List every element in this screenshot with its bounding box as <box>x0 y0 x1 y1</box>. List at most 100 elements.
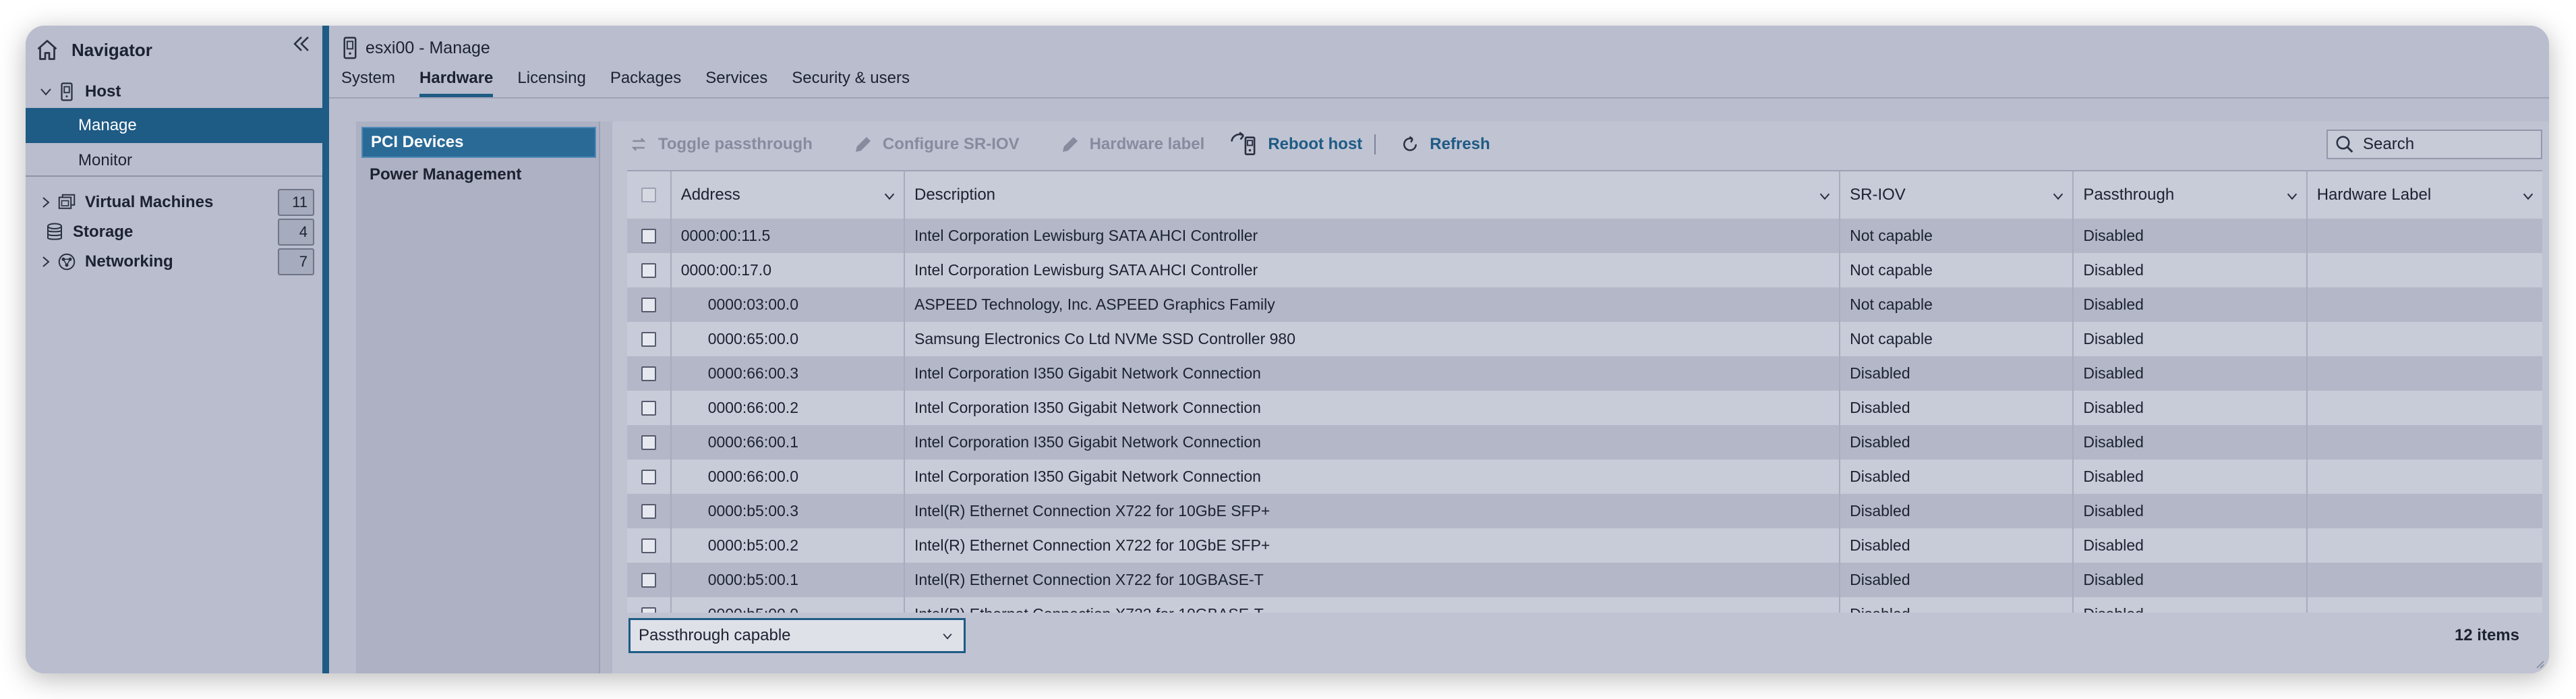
row-checkbox[interactable] <box>641 297 656 312</box>
collapse-navigator-icon[interactable] <box>290 32 313 55</box>
description-text: Intel(R) Ethernet Connection X722 for 10… <box>914 605 1264 613</box>
tab-hardware[interactable]: Hardware <box>419 62 494 97</box>
description-cell: Intel Corporation I350 Gigabit Network C… <box>905 391 1841 425</box>
row-select-cell <box>627 597 672 613</box>
address-cell: 0000:65:00.0 <box>672 322 905 356</box>
esxi-host-client-window: Navigator Host Manage Monitor Virtual Ma… <box>26 26 2549 673</box>
tab-packages[interactable]: Packages <box>610 62 681 96</box>
row-checkbox[interactable] <box>641 538 656 553</box>
pencil-icon <box>1062 136 1078 152</box>
filter-dropdown[interactable]: Passthrough capable <box>628 618 966 653</box>
resize-grip-icon[interactable] <box>2531 656 2545 669</box>
networking-icon <box>58 253 76 271</box>
hardware-panel: PCI Devices Power Management Toggle pass… <box>356 121 2549 673</box>
passthrough-cell: Disabled <box>2074 459 2308 494</box>
chevron-down-icon[interactable] <box>2285 189 2300 204</box>
table-row[interactable]: 0000:b5:00.1 Intel(R) Ethernet Connection… <box>627 563 2542 597</box>
description-text: Intel(R) Ethernet Connection X722 for 10… <box>914 536 1270 554</box>
table-row[interactable]: 0000:00:17.0 Intel Corporation Lewisburg … <box>627 253 2542 287</box>
hardware-label-cell <box>2308 528 2542 563</box>
chevron-down-icon[interactable] <box>38 84 54 100</box>
chevron-down-icon[interactable] <box>2051 189 2066 204</box>
nav-item-monitor[interactable]: Monitor <box>26 143 322 178</box>
select-all-checkbox[interactable] <box>641 188 656 202</box>
navigator-panel: Navigator Host Manage Monitor Virtual Ma… <box>26 26 322 673</box>
table-row[interactable]: 0000:00:11.5 Intel Corporation Lewisburg … <box>627 219 2542 253</box>
table-row[interactable]: 0000:66:00.0 Intel Corporation I350 Gigab… <box>627 459 2542 494</box>
hardware-label-button[interactable]: Hardware label <box>1060 134 1204 155</box>
vm-icon <box>58 194 76 209</box>
description-text: Intel Corporation Lewisburg SATA AHCI Co… <box>914 261 1258 279</box>
column-header-sriov[interactable]: SR-IOV <box>1840 171 2074 219</box>
sriov-cell: Disabled <box>1840 597 2074 613</box>
table-row[interactable]: 0000:66:00.2 Intel Corporation I350 Gigab… <box>627 391 2542 425</box>
sriov-cell: Disabled <box>1840 528 2074 563</box>
toggle-passthrough-button[interactable]: Toggle passthrough <box>628 134 813 155</box>
row-select-cell <box>627 391 672 425</box>
row-checkbox[interactable] <box>641 469 656 484</box>
address-cell: 0000:b5:00.2 <box>672 528 905 563</box>
column-header-address[interactable]: Address <box>672 171 905 219</box>
row-checkbox[interactable] <box>641 400 656 416</box>
tab-security-users[interactable]: Security & users <box>792 62 910 96</box>
hardware-label-cell <box>2308 494 2542 528</box>
chevron-down-icon[interactable] <box>2521 189 2536 204</box>
sriov-text: Disabled <box>1850 536 1910 554</box>
row-checkbox[interactable] <box>641 503 656 519</box>
table-row[interactable]: 0000:b5:00.3 Intel(R) Ethernet Connection… <box>627 494 2542 528</box>
passthrough-text: Disabled <box>2083 468 2144 485</box>
address-text: 0000:00:11.5 <box>680 227 771 244</box>
row-checkbox[interactable] <box>641 435 656 450</box>
column-header-passthrough[interactable]: Passthrough <box>2074 171 2308 219</box>
search-input[interactable] <box>2362 134 2526 155</box>
sriov-text: Disabled <box>1850 605 1910 613</box>
nav-divider <box>26 175 322 177</box>
page-title: esxi00 - Manage <box>365 38 490 57</box>
row-checkbox[interactable] <box>641 572 656 588</box>
table-row[interactable]: 0000:66:00.3 Intel Corporation I350 Gigab… <box>627 356 2542 391</box>
row-checkbox[interactable] <box>641 607 656 613</box>
passthrough-text: Disabled <box>2083 227 2144 244</box>
refresh-button[interactable]: Refresh <box>1400 134 1490 155</box>
chevron-right-icon[interactable] <box>38 194 54 211</box>
nav-item-manage[interactable]: Manage <box>26 108 322 143</box>
navigator-splitter[interactable] <box>322 26 329 673</box>
description-cell: Intel Corporation I350 Gigabit Network C… <box>905 425 1841 459</box>
table-row[interactable]: 0000:b5:00.2 Intel(R) Ethernet Connection… <box>627 528 2542 563</box>
tab-system[interactable]: System <box>341 62 395 96</box>
chevron-right-icon[interactable] <box>38 254 54 270</box>
pencil-icon <box>855 136 871 152</box>
tab-services[interactable]: Services <box>705 62 767 96</box>
row-checkbox[interactable] <box>641 331 656 347</box>
nav-item-host[interactable]: Host <box>26 74 322 109</box>
nav-monitor-label: Monitor <box>78 151 133 169</box>
sriov-cell: Disabled <box>1840 494 2074 528</box>
chevron-down-icon[interactable] <box>882 189 897 204</box>
passthrough-cell: Disabled <box>2074 563 2308 597</box>
column-header-description[interactable]: Description <box>905 171 1841 219</box>
toolbar-separator <box>1374 134 1376 155</box>
tab-licensing[interactable]: Licensing <box>517 62 585 96</box>
table-row[interactable]: 0000:b5:00.0 Intel(R) Ethernet Connection… <box>627 597 2542 613</box>
menu-item-pci-devices[interactable]: PCI Devices <box>361 127 596 158</box>
networking-count-badge: 7 <box>278 248 314 275</box>
row-checkbox[interactable] <box>641 228 656 244</box>
menu-item-power-management[interactable]: Power Management <box>361 159 596 190</box>
row-checkbox[interactable] <box>641 366 656 381</box>
table-row[interactable]: 0000:03:00.0 ASPEED Technology, Inc. ASPE… <box>627 287 2542 322</box>
address-cell: 0000:b5:00.1 <box>672 563 905 597</box>
reboot-host-icon <box>1231 132 1256 155</box>
configure-sriov-button[interactable]: Configure SR-IOV <box>853 134 1020 155</box>
chevron-down-icon[interactable] <box>1817 189 1832 204</box>
storage-icon <box>47 223 62 240</box>
hardware-label-cell <box>2308 253 2542 287</box>
search-field[interactable] <box>2326 130 2542 159</box>
nav-item-networking[interactable]: Networking 7 <box>26 244 322 279</box>
column-header-hardware-label[interactable]: Hardware Label <box>2308 171 2542 219</box>
reboot-host-button[interactable]: Reboot host <box>1229 131 1362 158</box>
passthrough-text: Disabled <box>2083 330 2144 347</box>
refresh-icon <box>1403 136 1417 151</box>
table-row[interactable]: 0000:65:00.0 Samsung Electronics Co Ltd N… <box>627 322 2542 356</box>
table-row[interactable]: 0000:66:00.1 Intel Corporation I350 Gigab… <box>627 425 2542 459</box>
row-checkbox[interactable] <box>641 262 656 278</box>
